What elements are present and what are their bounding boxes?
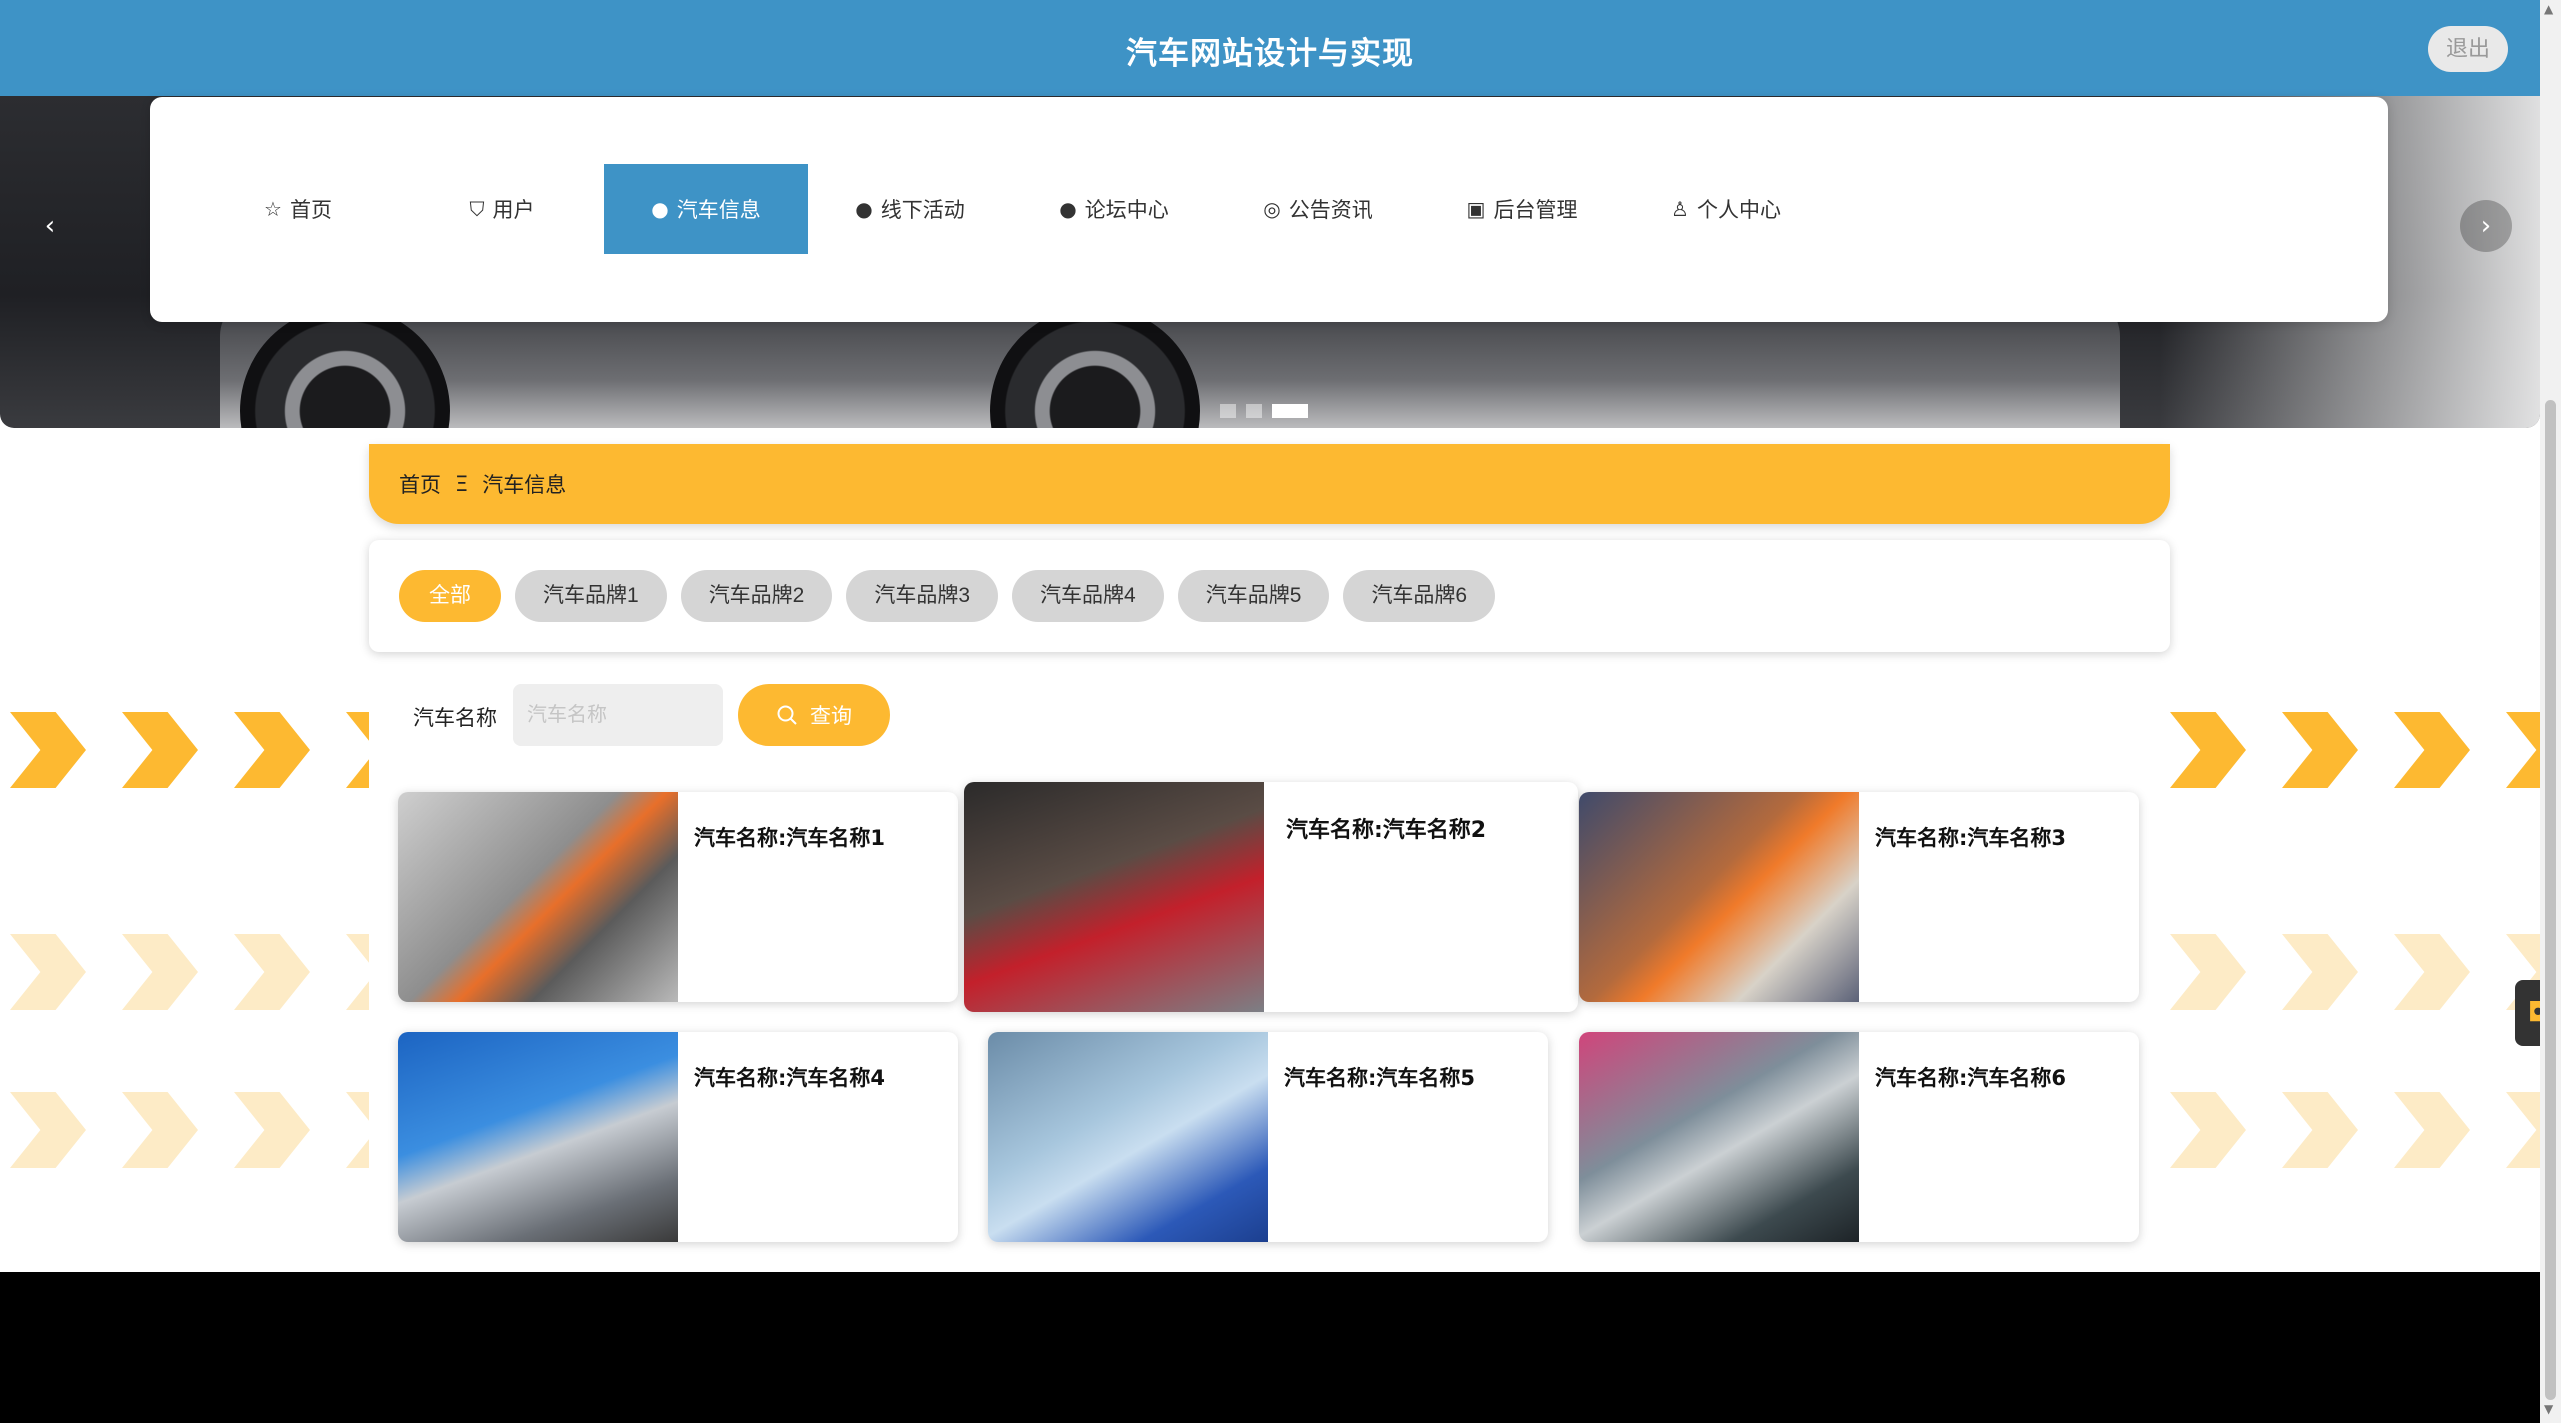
nav-item-label: 首页 [289,198,332,222]
bag-icon: ⛉ [469,197,485,221]
carousel-next-arrow-icon[interactable]: › [2460,200,2512,252]
search-button[interactable]: 查询 [738,684,890,746]
top-header: 汽车网站设计与实现 退出 [0,0,2540,96]
car-thumbnail[interactable] [398,1032,678,1242]
main-nav: ☆ 首页 ⛉ 用户 ● 汽车信息 ● 线下活动 ● 论坛中心 ◎ 公告资讯 ▣ … [196,164,1828,254]
chevron-icon [2506,1092,2540,1168]
breadcrumb: 首页 Ξ 汽车信息 [369,444,2170,524]
filter-chip-brand-3[interactable]: 汽车品牌3 [846,570,999,622]
user-icon: ♙ [1671,197,1689,221]
chevron-icon [234,712,310,788]
footer-band [0,1272,2540,1423]
info-icon: ● [651,197,669,221]
chevron-icon [346,1092,369,1168]
car-card-1[interactable]: 汽车名称:汽车名称1 [398,792,958,1002]
chevron-icon [2282,934,2358,1010]
carousel-indicators [1220,404,1308,418]
chevron-icon [2170,934,2246,1010]
question-icon: ● [855,197,873,221]
scroll-down-arrow-icon[interactable]: ▼ [2544,1402,2553,1416]
car-name-search-input[interactable] [513,684,723,746]
chevron-icon [2506,712,2540,788]
car-thumbnail[interactable] [988,1032,1268,1242]
chevron-icon [346,934,369,1010]
filter-chip-brand-6[interactable]: 汽车品牌6 [1343,570,1496,622]
chevron-icon [2394,712,2470,788]
chevron-icon [10,934,86,1010]
car-name: 汽车名称:汽车名称1 [694,826,886,850]
nav-item-profile[interactable]: ♙ 个人中心 [1624,164,1828,254]
search-button-label: 查询 [810,705,852,728]
chevron-icon [2394,1092,2470,1168]
car-name: 汽车名称:汽车名称3 [1875,826,2067,850]
car-card-5[interactable]: 汽车名称:汽车名称5 [988,1032,1548,1242]
car-card-3[interactable]: 汽车名称:汽车名称3 [1579,792,2139,1002]
filter-chip-brand-1[interactable]: 汽车品牌1 [515,570,667,622]
chevron-icon [122,934,198,1010]
chevron-icon [122,1092,198,1168]
car-thumbnail[interactable] [964,782,1264,1012]
site-title: 汽车网站设计与实现 [1126,36,1414,72]
chevron-icon [2282,1092,2358,1168]
scrollbar-thumb[interactable] [2545,400,2556,1400]
nav-item-label: 论坛中心 [1084,198,1169,222]
breadcrumb-separator-icon: Ξ [455,472,469,496]
nav-item-home[interactable]: ☆ 首页 [196,164,400,254]
carousel-prev-arrow-icon[interactable]: ‹ [24,200,76,252]
car-name: 汽车名称:汽车名称6 [1875,1066,2067,1090]
nav-item-label: 个人中心 [1696,198,1781,222]
chevron-icon [234,934,310,1010]
car-thumbnail[interactable] [398,792,678,1002]
gift-icon: ▣ [1466,197,1486,221]
breadcrumb-current: 汽车信息 [482,473,567,497]
chevron-icon [346,712,369,788]
scroll-up-arrow-icon[interactable]: ▲ [2544,2,2553,16]
nav-item-car-info[interactable]: ● 汽车信息 [604,164,808,254]
nav-item-users[interactable]: ⛉ 用户 [400,164,604,254]
page-scrollbar[interactable]: ▲ ▼ [2540,0,2561,1423]
breadcrumb-home[interactable]: 首页 [399,469,441,499]
search-label: 汽车名称 [413,706,497,730]
filter-chip-brand-2[interactable]: 汽车品牌2 [680,570,833,622]
filter-chip-brand-5[interactable]: 汽车品牌5 [1177,570,1330,622]
nav-item-announcements[interactable]: ◎ 公告资讯 [1216,164,1420,254]
chevron-icon [10,712,86,788]
chevron-icon [2170,712,2246,788]
chevron-icon [2170,1092,2246,1168]
car-card-4[interactable]: 汽车名称:汽车名称4 [398,1032,958,1242]
alert-icon: ● [1059,197,1077,221]
nav-item-admin[interactable]: ▣ 后台管理 [1420,164,1624,254]
filter-chip-brand-4[interactable]: 汽车品牌4 [1012,570,1164,622]
chevron-icon [2394,934,2470,1010]
target-icon: ◎ [1263,197,1281,221]
car-name: 汽车名称:汽车名称4 [694,1066,886,1090]
filter-chip-all[interactable]: 全部 [399,570,501,622]
nav-item-offline-events[interactable]: ● 线下活动 [808,164,1012,254]
car-card-6[interactable]: 汽车名称:汽车名称6 [1579,1032,2139,1242]
nav-item-forum[interactable]: ● 论坛中心 [1012,164,1216,254]
car-card-2[interactable]: 汽车名称:汽车名称2 [964,782,1578,1012]
chevron-decoration-left [0,700,369,1300]
car-thumbnail[interactable] [1579,792,1859,1002]
car-name: 汽车名称:汽车名称2 [1286,818,1487,843]
car-name: 汽车名称:汽车名称5 [1284,1066,1476,1090]
carousel-dot-1[interactable] [1220,404,1236,418]
car-thumbnail[interactable] [1579,1032,1859,1242]
chevron-icon [122,712,198,788]
brand-filter-card: 全部 汽车品牌1 汽车品牌2 汽车品牌3 汽车品牌4 汽车品牌5 汽车品牌6 [369,540,2170,652]
nav-item-label: 线下活动 [880,198,965,222]
logout-button[interactable]: 退出 [2428,26,2508,72]
chevron-icon [234,1092,310,1168]
nav-item-label: 汽车信息 [676,198,761,222]
chevron-decoration-right [2170,700,2540,1300]
nav-item-label: 公告资讯 [1288,198,1373,222]
carousel-dot-2[interactable] [1246,404,1262,418]
search-icon [777,705,797,725]
nav-item-label: 后台管理 [1493,198,1578,222]
nav-item-label: 用户 [492,198,535,222]
carousel-dot-3[interactable] [1272,404,1308,418]
chevron-icon [10,1092,86,1168]
chevron-icon [2282,712,2358,788]
star-icon: ☆ [264,197,282,221]
